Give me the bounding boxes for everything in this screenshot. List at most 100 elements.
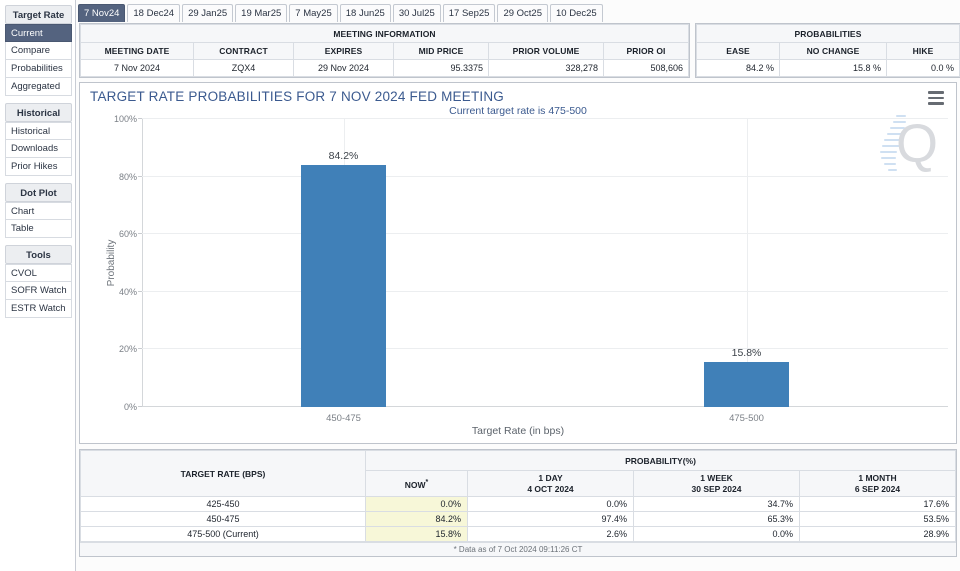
- probabilities-group-header: PROBABILITIES: [696, 24, 960, 43]
- chart-gridline: [142, 175, 948, 177]
- tab-7-may25[interactable]: 7 May25: [289, 4, 338, 22]
- chart-bar-475-500[interactable]: [704, 361, 789, 407]
- chart-bar-450-475[interactable]: [301, 164, 386, 407]
- chart-bar-label-475-500: 15.8%: [731, 346, 762, 359]
- col-prior-oi: PRIOR OI: [603, 42, 689, 60]
- hamburger-menu-icon[interactable]: [928, 91, 944, 105]
- tab-18-dec24[interactable]: 18 Dec24: [127, 4, 181, 22]
- chart-x-axis-label: Target Rate (in bps): [471, 425, 565, 437]
- col-1-day-line2: 4 OCT 2024: [527, 483, 574, 494]
- sidebar-item-current[interactable]: Current: [5, 24, 72, 42]
- chart-bar-label-450-475: 84.2%: [328, 149, 359, 162]
- chart-y-tick-label: 0%: [123, 402, 137, 412]
- cell-1month-425-450: 17.6%: [799, 496, 956, 512]
- col-1-day: 1 DAY 4 OCT 2024: [467, 470, 634, 497]
- cell-prior-oi: 508,606: [603, 59, 689, 77]
- col-expires: EXPIRES: [293, 42, 394, 60]
- sidebar-item-compare[interactable]: Compare: [5, 42, 72, 60]
- sidebar-item-estr-watch[interactable]: ESTR Watch: [5, 300, 72, 318]
- chart-y-tick-label: 60%: [118, 229, 137, 240]
- cell-1day-450-475: 97.4%: [467, 511, 634, 527]
- col-probability-group: PROBABILITY(%): [365, 450, 956, 471]
- probability-breakdown-table: TARGET RATE (BPS) PROBABILITY(%) NOW* 1 …: [80, 450, 956, 542]
- meeting-information-table: MEETING INFORMATION MEETING DATE CONTRAC…: [80, 24, 689, 77]
- sidebar-header-dot-plot: Dot Plot: [5, 183, 72, 202]
- tab-17-sep25[interactable]: 17 Sep25: [442, 4, 496, 22]
- cell-no-change: 15.8 %: [779, 59, 887, 77]
- meeting-date-tabs: 7 Nov24 18 Dec24 29 Jan25 19 Mar25 7 May…: [78, 2, 957, 22]
- col-mid-price: MID PRICE: [393, 42, 489, 60]
- tab-19-mar25[interactable]: 19 Mar25: [235, 4, 288, 22]
- chart-y-axis-line: [142, 119, 143, 407]
- sidebar-item-sofr-watch[interactable]: SOFR Watch: [5, 282, 72, 300]
- sidebar-item-downloads[interactable]: Downloads: [5, 140, 72, 158]
- cell-meeting-date: 7 Nov 2024: [80, 59, 194, 77]
- chart-y-tickmark: [138, 348, 142, 350]
- cell-now-450-475: 84.2%: [365, 511, 468, 527]
- cell-ease: 84.2 %: [696, 59, 780, 77]
- col-now: NOW*: [365, 470, 468, 497]
- cell-1day-425-450: 0.0%: [467, 496, 634, 512]
- col-no-change: NO CHANGE: [779, 42, 887, 60]
- sidebar-item-chart[interactable]: Chart: [5, 202, 72, 220]
- cell-rate-450-475: 450-475: [80, 511, 366, 527]
- sidebar-header-tools: Tools: [5, 245, 72, 264]
- cell-prior-volume: 328,278: [488, 59, 604, 77]
- chart-title: TARGET RATE PROBABILITIES FOR 7 NOV 2024…: [90, 89, 504, 104]
- sidebar-item-historical[interactable]: Historical: [5, 122, 72, 140]
- meeting-information-header-row: MEETING DATE CONTRACT EXPIRES MID PRICE …: [80, 42, 689, 60]
- chart-y-tickmark: [138, 233, 142, 235]
- probability-breakdown-panel: TARGET RATE (BPS) PROBABILITY(%) NOW* 1 …: [79, 449, 957, 557]
- col-now-label: NOW: [404, 479, 426, 490]
- cell-contract: ZQX4: [193, 59, 294, 77]
- sidebar-group-dot-plot: Dot Plot Chart Table: [0, 183, 75, 238]
- cell-1day-475-500: 2.6%: [467, 526, 634, 542]
- cme-fedwatch-app: Target Rate Current Compare Probabilitie…: [0, 0, 960, 571]
- tab-10-dec25[interactable]: 10 Dec25: [550, 4, 603, 22]
- table-row: 425-450 0.0% 0.0% 34.7% 17.6%: [80, 496, 956, 512]
- chart-gridline: [142, 290, 948, 292]
- probabilities-panel: PROBABILITIES EASE NO CHANGE HIKE 84.2 %…: [695, 23, 960, 78]
- col-contract: CONTRACT: [193, 42, 294, 60]
- sidebar-item-table[interactable]: Table: [5, 220, 72, 238]
- cell-mid-price: 95.3375: [393, 59, 489, 77]
- tab-30-jul25[interactable]: 30 Jul25: [392, 4, 441, 22]
- sidebar-group-historical: Historical Historical Downloads Prior Hi…: [0, 103, 75, 176]
- sidebar-group-target-rate: Target Rate Current Compare Probabilitie…: [0, 5, 75, 96]
- col-1-month-line2: 6 SEP 2024: [854, 483, 901, 494]
- tab-7-nov24[interactable]: 7 Nov24: [78, 4, 126, 22]
- sidebar-item-aggregated[interactable]: Aggregated: [5, 78, 72, 96]
- chart-y-tickmark: [138, 118, 142, 119]
- chart-y-tickmark: [138, 290, 142, 292]
- cell-1week-425-450: 34.7%: [633, 496, 800, 512]
- chart-subtitle: Current target rate is 475-500: [449, 105, 587, 117]
- col-hike: HIKE: [886, 42, 960, 60]
- probabilities-table: PROBABILITIES EASE NO CHANGE HIKE 84.2 %…: [696, 24, 960, 77]
- chart-y-tickmark: [138, 175, 142, 177]
- chart-gridline: [142, 406, 948, 407]
- sidebar-item-prior-hikes[interactable]: Prior Hikes: [5, 158, 72, 176]
- data-timestamp-footnote: * Data as of 7 Oct 2024 09:11:26 CT: [80, 542, 956, 556]
- col-1-month-line1: 1 MONTH: [858, 472, 897, 483]
- chart-y-tick-label: 100%: [113, 114, 137, 124]
- col-now-footnote-marker: *: [425, 478, 429, 486]
- summary-tables-row: MEETING INFORMATION MEETING DATE CONTRAC…: [78, 23, 960, 78]
- col-1-week-line1: 1 WEEK: [700, 472, 733, 483]
- tab-29-oct25[interactable]: 29 Oct25: [497, 4, 548, 22]
- tab-29-jan25[interactable]: 29 Jan25: [182, 4, 234, 22]
- col-1-week: 1 WEEK 30 SEP 2024: [633, 470, 800, 497]
- sidebar-header-historical: Historical: [5, 103, 72, 122]
- cell-rate-425-450: 425-450: [80, 496, 366, 512]
- cell-now-475-500: 15.8%: [365, 526, 468, 542]
- sidebar-item-probabilities[interactable]: Probabilities: [5, 60, 72, 78]
- sidebar-item-cvol[interactable]: CVOL: [5, 264, 72, 282]
- tab-18-jun25[interactable]: 18 Jun25: [339, 4, 391, 22]
- cell-1month-450-475: 53.5%: [799, 511, 956, 527]
- cell-1month-475-500: 28.9%: [799, 526, 956, 542]
- cell-now-425-450: 0.0%: [365, 496, 468, 512]
- sidebar-group-tools: Tools CVOL SOFR Watch ESTR Watch: [0, 245, 75, 318]
- sidebar-header-target-rate: Target Rate: [5, 5, 72, 24]
